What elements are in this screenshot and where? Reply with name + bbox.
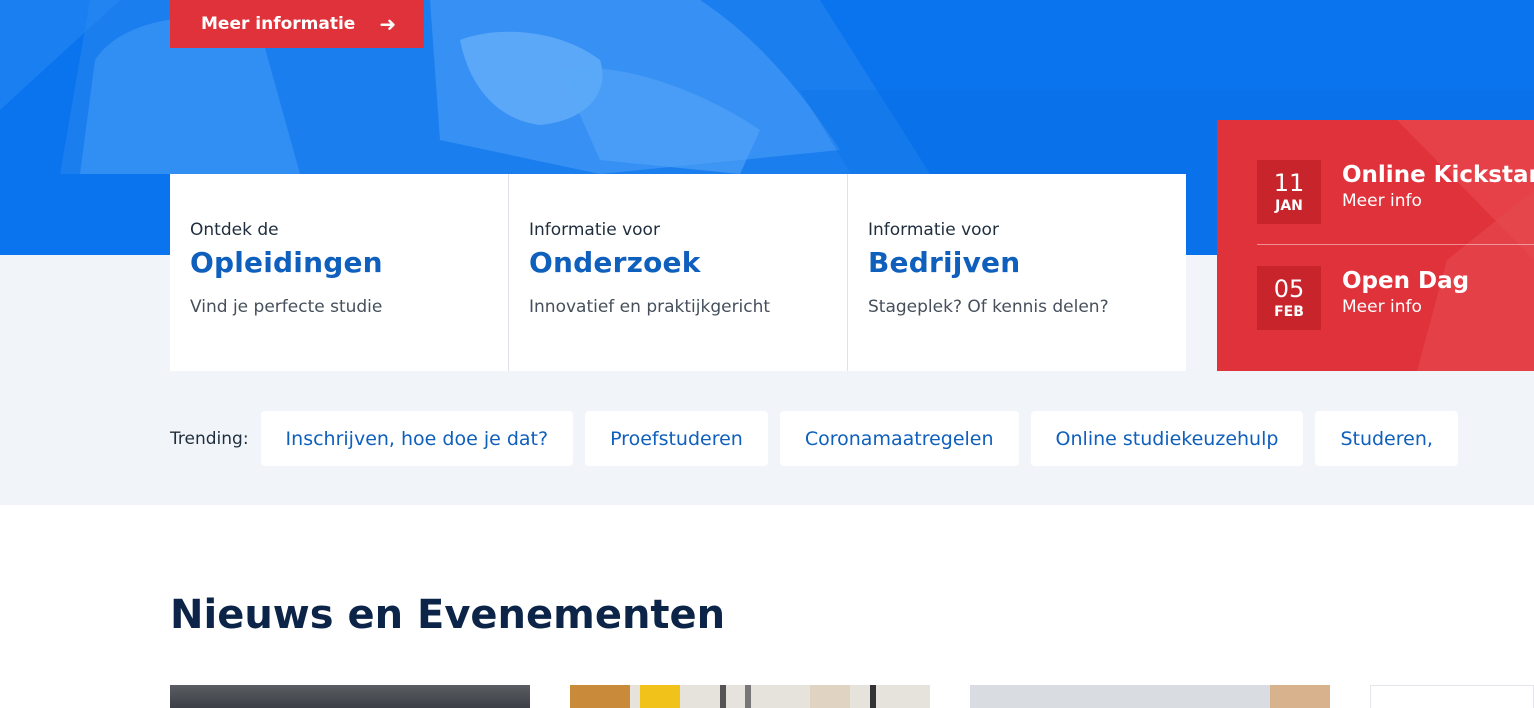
card-pre: Informatie voor [868,220,999,240]
news-card-image[interactable] [1370,685,1534,708]
trending-bar: Trending: Inschrijven, hoe doe je dat? P… [170,411,1470,466]
events-decoration [1397,120,1534,371]
event-item[interactable]: 05 FEB Open Dag Meer info [1257,266,1534,330]
trending-chip-coronamaatregelen[interactable]: Coronamaatregelen [779,411,1019,466]
event-date: 11 JAN [1257,160,1321,224]
event-title: Open Dag [1342,268,1470,294]
arrow-right-icon: ➜ [379,12,397,36]
info-cards: Ontdek de Opleidingen Vind je perfecte s… [170,174,1186,371]
trending-chip-studiekeuzehulp[interactable]: Online studiekeuzehulp [1030,411,1304,466]
card-title: Opleidingen [190,246,383,279]
event-day: 11 [1273,169,1305,197]
card-pre: Informatie voor [529,220,660,240]
card-pre: Ontdek de [190,220,279,240]
event-date: 05 FEB [1257,266,1321,330]
event-month: FEB [1274,304,1304,320]
event-title: Online Kickstart [1342,162,1534,188]
event-item[interactable]: 11 JAN Online Kickstart Meer info [1257,160,1534,224]
events-panel: 11 JAN Online Kickstart Meer info 05 FEB… [1217,120,1534,371]
event-month: JAN [1275,198,1303,214]
trending-chip-studeren[interactable]: Studeren, [1315,411,1458,466]
card-onderzoek[interactable]: Informatie voor Onderzoek Innovatief en … [509,174,848,371]
news-image-art [1270,685,1330,708]
card-title: Onderzoek [529,246,701,279]
event-link[interactable]: Meer info [1342,297,1469,317]
card-title: Bedrijven [868,246,1021,279]
news-card-image[interactable] [970,685,1330,708]
card-bedrijven[interactable]: Informatie voor Bedrijven Stageplek? Of … [848,174,1186,371]
card-desc: Innovatief en praktijkgericht [529,297,771,317]
trending-chip-inschrijven[interactable]: Inschrijven, hoe doe je dat? [260,411,574,466]
card-desc: Vind je perfecte studie [190,297,383,317]
news-card-image[interactable] [170,685,530,708]
news-card-image[interactable] [570,685,930,708]
card-opleidingen[interactable]: Ontdek de Opleidingen Vind je perfecte s… [170,174,509,371]
news-image-art [570,685,876,708]
card-desc: Stageplek? Of kennis delen? [868,297,1109,317]
trending-label: Trending: [170,428,249,449]
cta-label: Meer informatie [201,14,356,34]
meer-informatie-button[interactable]: Meer informatie ➜ [170,0,424,48]
event-day: 05 [1273,275,1305,303]
news-section-title: Nieuws en Evenementen [170,592,726,638]
event-divider [1257,244,1534,245]
trending-chip-proefstuderen[interactable]: Proefstuderen [585,411,768,466]
event-link[interactable]: Meer info [1342,191,1534,211]
